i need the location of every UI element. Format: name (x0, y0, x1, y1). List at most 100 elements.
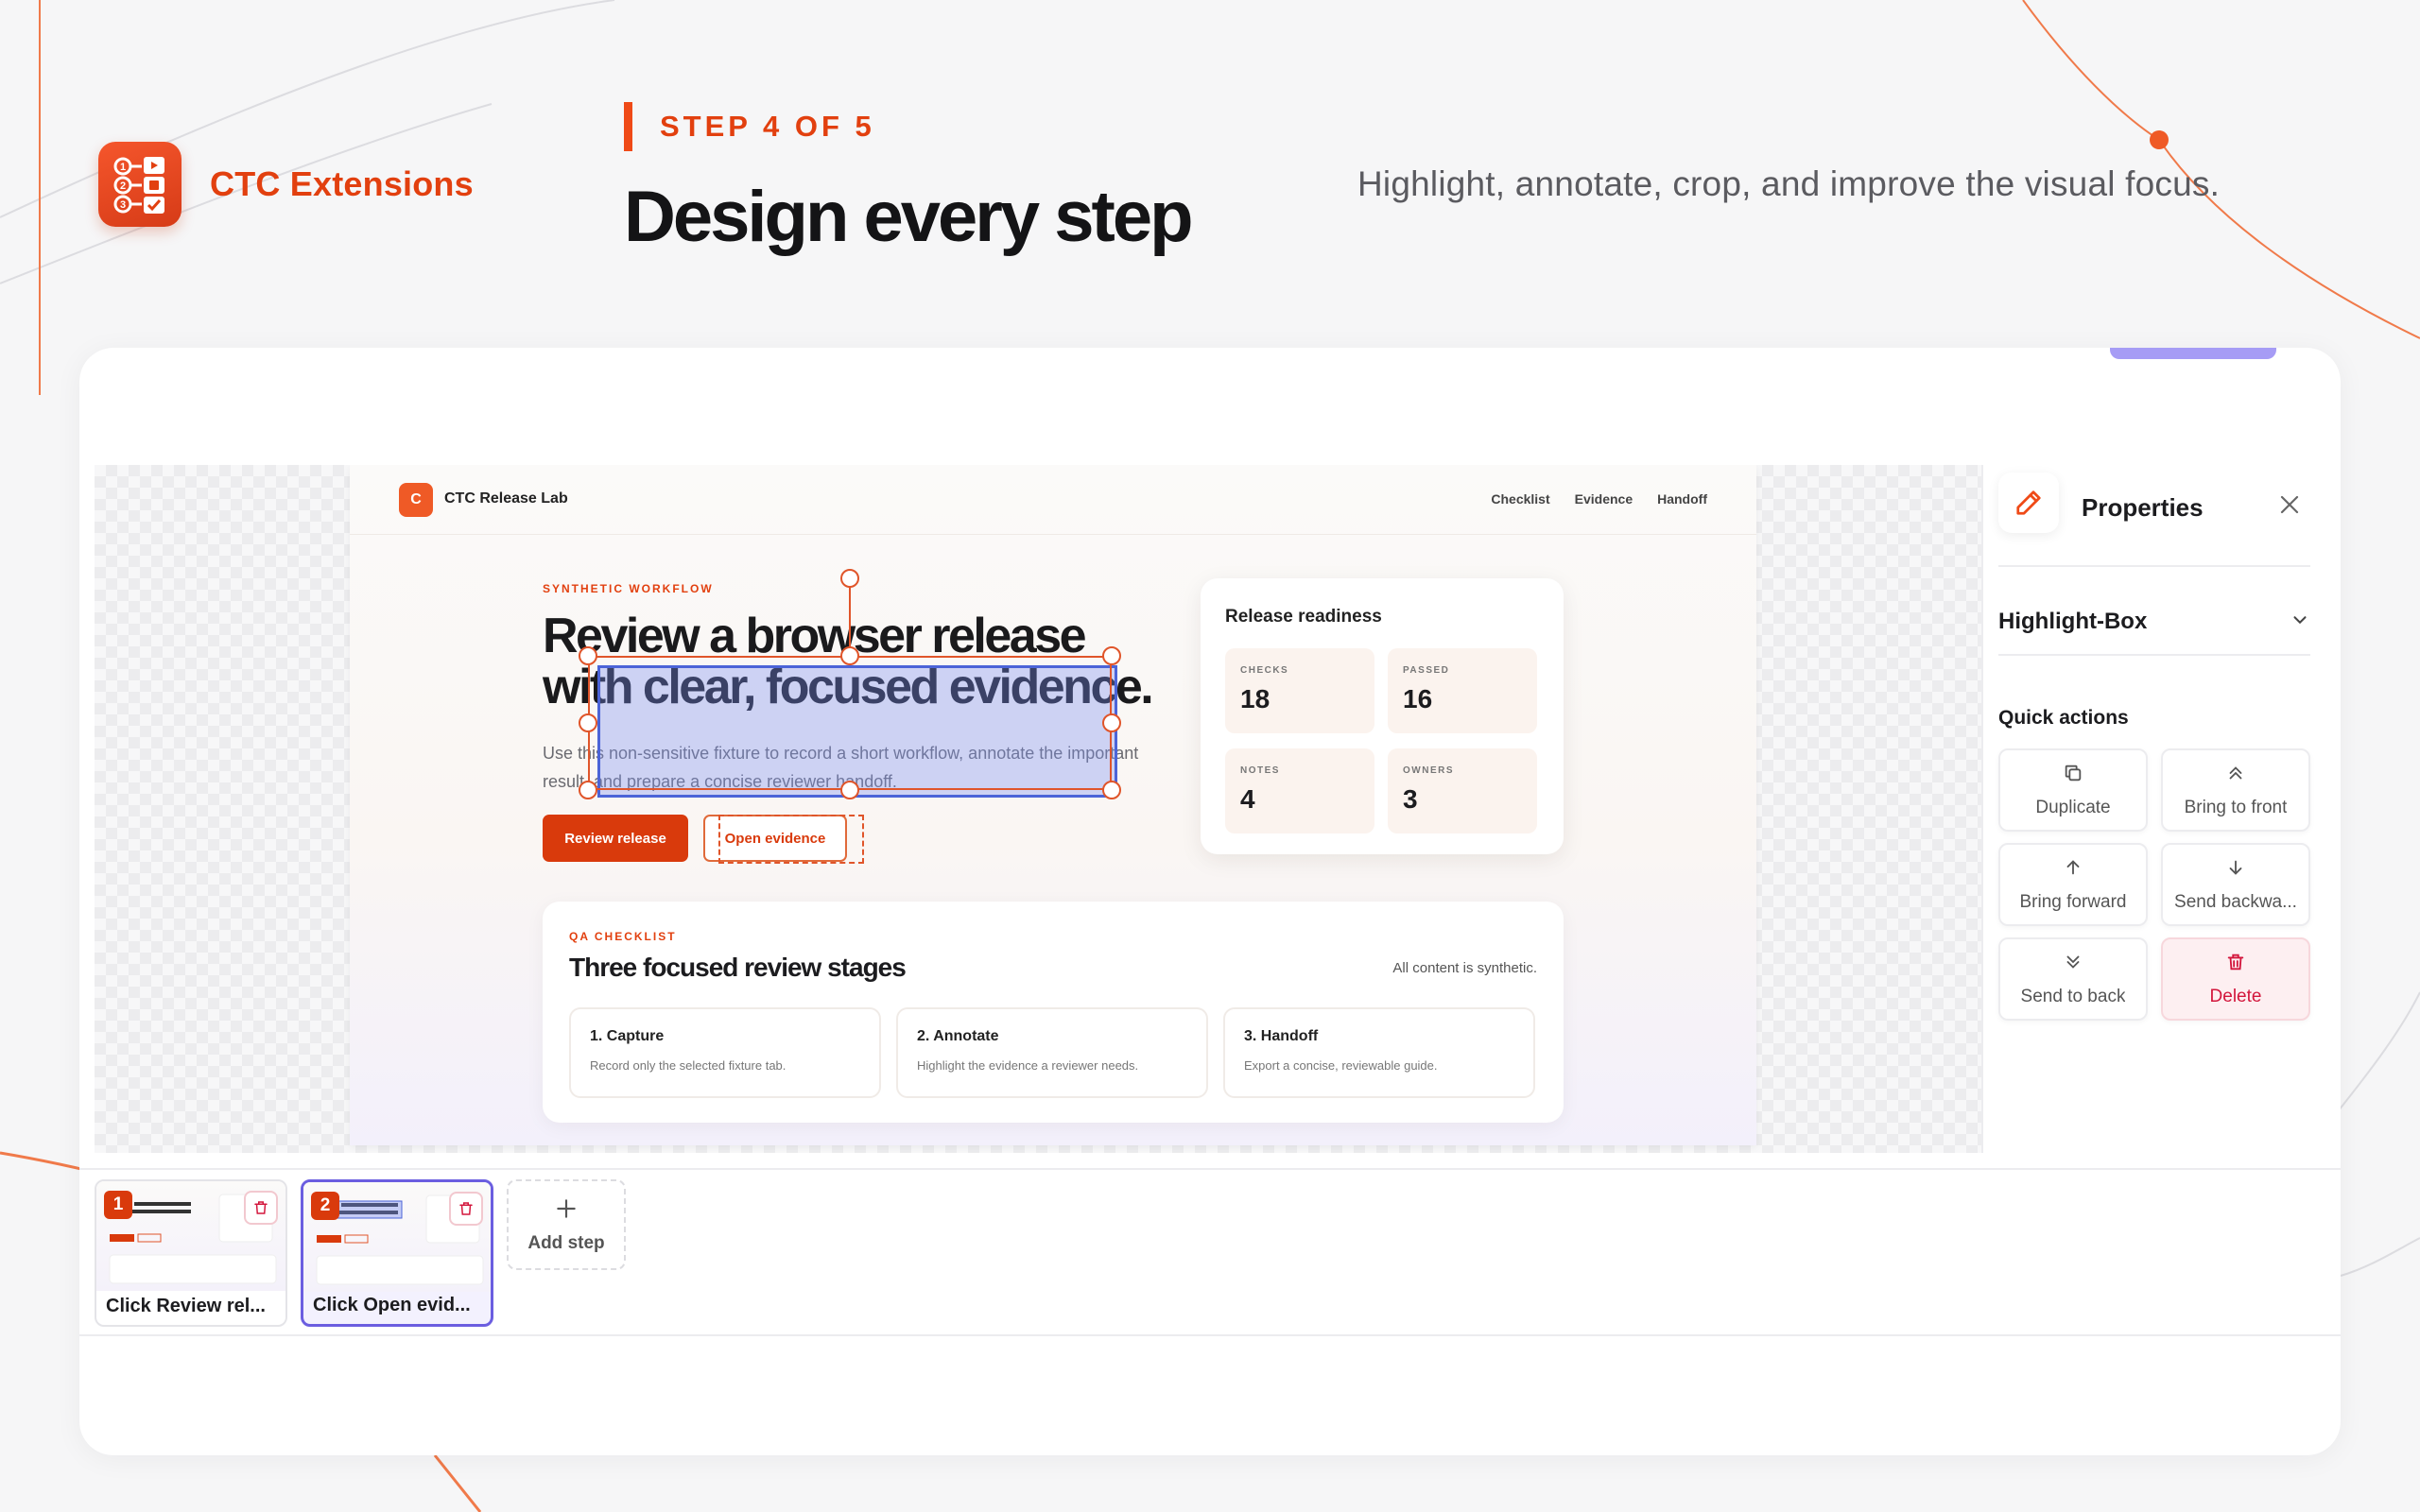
pencil-icon (1998, 472, 2059, 533)
qa-item-desc: Record only the selected fixture tab. (590, 1058, 786, 1073)
properties-title: Properties (2082, 493, 2204, 522)
qa-item: 3. Handoff Export a concise, reviewable … (1223, 1007, 1535, 1098)
add-step-label: Add step (527, 1232, 605, 1253)
page-subtitle: Highlight, annotate, crop, and improve t… (1357, 164, 2221, 203)
qa-item: 1. Capture Record only the selected fixt… (569, 1007, 881, 1098)
plus-icon (554, 1196, 579, 1226)
add-step-button[interactable]: Add step (507, 1179, 626, 1270)
screenshot-nav-link: Handoff (1657, 491, 1707, 507)
duplicate-icon (2063, 763, 2083, 788)
qa-checklist-card: QA CHECKLIST Three focused review stages… (543, 902, 1564, 1123)
brand-logo-icon: 1 2 3 (98, 142, 182, 227)
svg-text:1: 1 (120, 162, 126, 173)
stat-label: OWNERS (1403, 765, 1454, 776)
arrow-down-icon (2225, 857, 2246, 883)
filmstrip-bottom-divider (79, 1334, 2341, 1336)
divider (1998, 565, 2310, 567)
qa-item-title: 1. Capture (590, 1028, 665, 1044)
screenshot-nav: C CTC Release Lab Checklist Evidence Han… (350, 465, 1756, 535)
editor-canvas[interactable]: C CTC Release Lab Checklist Evidence Han… (95, 465, 1981, 1153)
send-backward-label: Send backwa... (2174, 891, 2297, 912)
qa-item-title: 3. Handoff (1244, 1028, 1319, 1044)
screenshot-eyebrow: SYNTHETIC WORKFLOW (543, 582, 714, 595)
qa-item-title: 2. Annotate (917, 1028, 999, 1044)
resize-handle-se[interactable] (1102, 781, 1121, 799)
element-type-value: Highlight-Box (1998, 609, 2148, 634)
stat-value: 4 (1240, 784, 1255, 814)
resize-handle-e[interactable] (1102, 713, 1121, 732)
delete-label: Delete (2209, 986, 2262, 1006)
duplicate-button[interactable]: Duplicate (1998, 748, 2148, 832)
rotation-handle-line (849, 578, 851, 656)
accent-tab (2110, 348, 2276, 359)
svg-text:3: 3 (120, 199, 126, 211)
stat-label: CHECKS (1240, 665, 1289, 676)
chevrons-down-icon (2063, 952, 2083, 977)
trash-icon (2225, 952, 2246, 977)
step-thumbnail[interactable]: 1 Click Review rel... (95, 1179, 287, 1327)
screenshot-logo-icon: C (399, 483, 433, 517)
chevron-down-icon (2290, 610, 2310, 635)
step-thumbnail-active[interactable]: 2 Click Open evid... (301, 1179, 493, 1327)
bring-forward-button[interactable]: Bring forward (1998, 843, 2148, 926)
stat-value: 3 (1403, 784, 1418, 814)
resize-handle-ne[interactable] (1102, 646, 1121, 665)
click-target-annotation[interactable] (718, 815, 864, 864)
bring-forward-label: Bring forward (2019, 891, 2127, 912)
quick-actions-heading: Quick actions (1998, 707, 2129, 729)
element-type-dropdown[interactable]: Highlight-Box (1998, 603, 2310, 641)
properties-panel: Properties Highlight-Box Quick actions D… (1998, 465, 2325, 1153)
page-title: Design every step (624, 177, 1194, 257)
readiness-title: Release readiness (1225, 607, 1382, 627)
resize-handle-n[interactable] (840, 646, 859, 665)
arrow-up-icon (2063, 857, 2083, 883)
stat-value: 16 (1403, 684, 1433, 713)
editor-window: C CTC Release Lab Checklist Evidence Han… (79, 348, 2341, 1455)
brand-name: CTC Extensions (210, 164, 474, 203)
trash-icon[interactable] (449, 1192, 483, 1226)
qa-item: 2. Annotate Highlight the evidence a rev… (896, 1007, 1208, 1098)
resize-handle-s[interactable] (840, 781, 859, 799)
stat-passed: PASSED 16 (1388, 648, 1537, 733)
qa-item-desc: Highlight the evidence a reviewer needs. (917, 1058, 1139, 1073)
screenshot-nav-link: Checklist (1491, 491, 1550, 507)
resize-handle-sw[interactable] (579, 781, 597, 799)
qa-item-desc: Export a concise, reviewable guide. (1244, 1058, 1438, 1073)
step-number-badge: 2 (311, 1192, 339, 1220)
send-to-back-label: Send to back (2020, 986, 2126, 1006)
step-label: Click Open evid... (313, 1295, 471, 1315)
step-label: STEP 4 OF 5 (660, 110, 875, 143)
stat-checks: CHECKS 18 (1225, 648, 1374, 733)
bring-to-front-button[interactable]: Bring to front (2161, 748, 2310, 832)
qa-eyebrow: QA CHECKLIST (569, 930, 677, 943)
step-number-badge: 1 (104, 1191, 132, 1219)
stat-value: 18 (1240, 684, 1270, 713)
close-icon[interactable] (2271, 486, 2308, 524)
resize-handle-w[interactable] (579, 713, 597, 732)
delete-button[interactable]: Delete (2161, 937, 2310, 1021)
svg-text:2: 2 (120, 180, 126, 192)
selection-frame (588, 656, 1112, 790)
stat-label: NOTES (1240, 765, 1280, 776)
bring-to-front-label: Bring to front (2184, 797, 2288, 817)
step-screenshot: C CTC Release Lab Checklist Evidence Han… (350, 465, 1756, 1145)
screenshot-nav-link: Evidence (1574, 491, 1634, 507)
send-backward-button[interactable]: Send backwa... (2161, 843, 2310, 926)
screenshot-nav-links: Checklist Evidence Handoff (1491, 491, 1707, 507)
filmstrip-divider (79, 1168, 2341, 1170)
brand: 1 2 3 CTC Extensions (98, 142, 474, 227)
stat-label: PASSED (1403, 665, 1450, 676)
qa-title: Three focused review stages (569, 953, 907, 982)
stat-notes: NOTES 4 (1225, 748, 1374, 833)
release-readiness-card: Release readiness CHECKS 18 PASSED 16 NO… (1201, 578, 1564, 854)
resize-handle-nw[interactable] (579, 646, 597, 665)
step-marker (624, 102, 632, 151)
panel-divider (1981, 465, 1983, 1153)
trash-icon[interactable] (244, 1191, 278, 1225)
divider (1998, 654, 2310, 656)
duplicate-label: Duplicate (2035, 797, 2111, 817)
step-label: Click Review rel... (106, 1296, 266, 1316)
screenshot-brand: CTC Release Lab (444, 490, 568, 507)
send-to-back-button[interactable]: Send to back (1998, 937, 2148, 1021)
rotate-handle[interactable] (840, 569, 859, 588)
